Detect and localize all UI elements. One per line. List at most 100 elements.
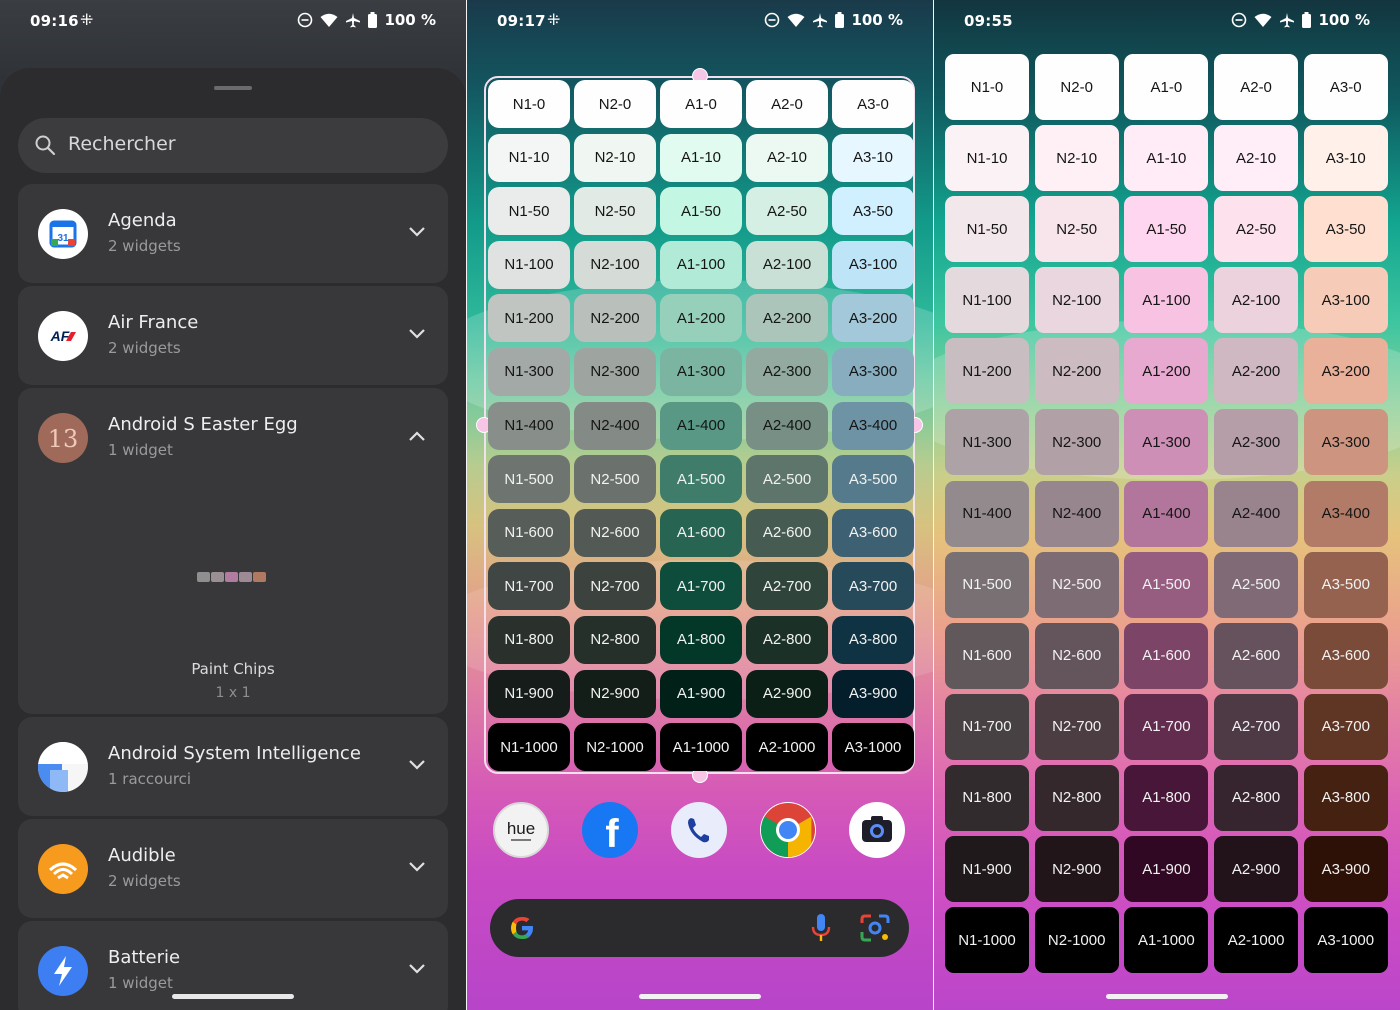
chip-n2-400[interactable]: N2-400 [574, 401, 656, 450]
chip-a2-800[interactable]: A2-800 [1214, 764, 1299, 831]
chip-a2-900[interactable]: A2-900 [746, 669, 828, 718]
chip-n2-50[interactable]: N2-50 [1034, 196, 1119, 263]
chip-n2-300[interactable]: N2-300 [574, 347, 656, 396]
chip-a1-500[interactable]: A1-500 [1124, 551, 1209, 618]
chevron-up-icon[interactable] [408, 430, 426, 442]
chip-a1-600[interactable]: A1-600 [1124, 622, 1209, 689]
chip-a1-200[interactable]: A1-200 [660, 294, 742, 343]
chip-n1-800[interactable]: N1-800 [488, 615, 570, 664]
chip-a2-1000[interactable]: A2-1000 [1214, 907, 1299, 974]
chip-a2-700[interactable]: A2-700 [1214, 693, 1299, 760]
chip-n1-500[interactable]: N1-500 [488, 455, 570, 504]
chip-a2-600[interactable]: A2-600 [746, 508, 828, 557]
chip-n2-900[interactable]: N2-900 [574, 669, 656, 718]
chip-n1-300[interactable]: N1-300 [945, 409, 1029, 476]
chip-a2-300[interactable]: A2-300 [746, 347, 828, 396]
app-row-android-system-intelligence[interactable]: Android System Intelligence 1 raccourci [18, 717, 448, 816]
chip-a2-400[interactable]: A2-400 [746, 401, 828, 450]
chip-a1-400[interactable]: A1-400 [1124, 480, 1209, 547]
chip-n1-100[interactable]: N1-100 [945, 267, 1029, 334]
chip-n1-200[interactable]: N1-200 [945, 338, 1029, 405]
chip-n1-800[interactable]: N1-800 [945, 764, 1029, 831]
chip-a3-1000[interactable]: A3-1000 [1303, 907, 1388, 974]
chip-a2-500[interactable]: A2-500 [746, 455, 828, 504]
search-bar[interactable]: Rechercher [18, 118, 448, 173]
widget-preview-paint-chips[interactable] [197, 572, 266, 582]
chip-a2-10[interactable]: A2-10 [746, 133, 828, 182]
chip-n1-10[interactable]: N1-10 [488, 133, 570, 182]
chip-n2-10[interactable]: N2-10 [574, 133, 656, 182]
chevron-down-icon[interactable] [408, 328, 426, 340]
camera-icon[interactable] [849, 802, 905, 858]
chip-n2-600[interactable]: N2-600 [1034, 622, 1119, 689]
chip-a1-100[interactable]: A1-100 [660, 240, 742, 289]
chip-n2-10[interactable]: N2-10 [1034, 125, 1119, 192]
chip-a2-50[interactable]: A2-50 [1214, 196, 1299, 263]
chip-a2-10[interactable]: A2-10 [1214, 125, 1299, 192]
chip-n2-100[interactable]: N2-100 [1034, 267, 1119, 334]
chip-a2-400[interactable]: A2-400 [1214, 480, 1299, 547]
chip-n2-0[interactable]: N2-0 [1034, 54, 1119, 120]
gesture-bar[interactable] [639, 994, 761, 999]
chip-a2-600[interactable]: A2-600 [1214, 622, 1299, 689]
chip-a2-100[interactable]: A2-100 [1214, 267, 1299, 334]
chip-a1-700[interactable]: A1-700 [660, 562, 742, 611]
gesture-bar[interactable] [172, 994, 294, 999]
chip-n1-10[interactable]: N1-10 [945, 125, 1029, 192]
hue-icon[interactable]: hue [493, 802, 549, 858]
chip-a2-300[interactable]: A2-300 [1214, 409, 1299, 476]
chevron-down-icon[interactable] [408, 226, 426, 238]
chevron-down-icon[interactable] [408, 759, 426, 771]
chip-n1-1000[interactable]: N1-1000 [488, 723, 570, 772]
chip-a2-700[interactable]: A2-700 [746, 562, 828, 611]
chip-a2-500[interactable]: A2-500 [1214, 551, 1299, 618]
chip-a3-300[interactable]: A3-300 [1303, 409, 1388, 476]
chip-a2-50[interactable]: A2-50 [746, 187, 828, 236]
chip-n2-200[interactable]: N2-200 [574, 294, 656, 343]
chip-n1-600[interactable]: N1-600 [945, 622, 1029, 689]
chip-a3-200[interactable]: A3-200 [832, 294, 914, 343]
chip-a3-700[interactable]: A3-700 [832, 562, 914, 611]
chip-a1-400[interactable]: A1-400 [660, 401, 742, 450]
chip-n1-300[interactable]: N1-300 [488, 347, 570, 396]
app-row-agenda[interactable]: 31 Agenda 2 widgets [18, 184, 448, 283]
chip-n2-100[interactable]: N2-100 [574, 240, 656, 289]
chip-a2-900[interactable]: A2-900 [1214, 836, 1299, 903]
chip-a1-50[interactable]: A1-50 [1124, 196, 1209, 263]
chip-a1-500[interactable]: A1-500 [660, 455, 742, 504]
chip-n2-500[interactable]: N2-500 [574, 455, 656, 504]
paint-chips-widget[interactable]: N1-0 N2-0 A1-0 A2-0 A3-0 N1-10 N2-10 A1-10 A2-10… [488, 80, 914, 772]
chip-n2-700[interactable]: N2-700 [1034, 693, 1119, 760]
chip-a3-400[interactable]: A3-400 [832, 401, 914, 450]
chip-a2-0[interactable]: A2-0 [1214, 54, 1299, 120]
chip-n1-100[interactable]: N1-100 [488, 240, 570, 289]
chip-a1-700[interactable]: A1-700 [1124, 693, 1209, 760]
chip-a2-800[interactable]: A2-800 [746, 615, 828, 664]
chip-n2-1000[interactable]: N2-1000 [1034, 907, 1119, 974]
chip-n2-800[interactable]: N2-800 [1034, 764, 1119, 831]
chip-a3-10[interactable]: A3-10 [1303, 125, 1388, 192]
chip-a1-200[interactable]: A1-200 [1124, 338, 1209, 405]
chip-n1-1000[interactable]: N1-1000 [945, 907, 1029, 974]
google-lens-icon[interactable] [859, 913, 891, 943]
chrome-icon[interactable] [760, 802, 816, 858]
chip-n1-0[interactable]: N1-0 [488, 80, 570, 128]
app-row-audible[interactable]: Audible 2 widgets [18, 819, 448, 918]
chip-n1-50[interactable]: N1-50 [488, 187, 570, 236]
chip-a3-700[interactable]: A3-700 [1303, 693, 1388, 760]
chip-a3-400[interactable]: A3-400 [1303, 480, 1388, 547]
chip-n1-700[interactable]: N1-700 [488, 562, 570, 611]
chip-a3-10[interactable]: A3-10 [832, 133, 914, 182]
chip-n2-0[interactable]: N2-0 [574, 80, 656, 128]
chip-a1-300[interactable]: A1-300 [660, 347, 742, 396]
chip-n1-400[interactable]: N1-400 [488, 401, 570, 450]
chip-a1-800[interactable]: A1-800 [1124, 764, 1209, 831]
chip-n2-800[interactable]: N2-800 [574, 615, 656, 664]
gesture-bar[interactable] [1106, 994, 1228, 999]
chip-n2-400[interactable]: N2-400 [1034, 480, 1119, 547]
chip-a1-50[interactable]: A1-50 [660, 187, 742, 236]
chip-a1-100[interactable]: A1-100 [1124, 267, 1209, 334]
chip-n2-600[interactable]: N2-600 [574, 508, 656, 557]
chip-a1-0[interactable]: A1-0 [660, 80, 742, 128]
chip-n2-500[interactable]: N2-500 [1034, 551, 1119, 618]
